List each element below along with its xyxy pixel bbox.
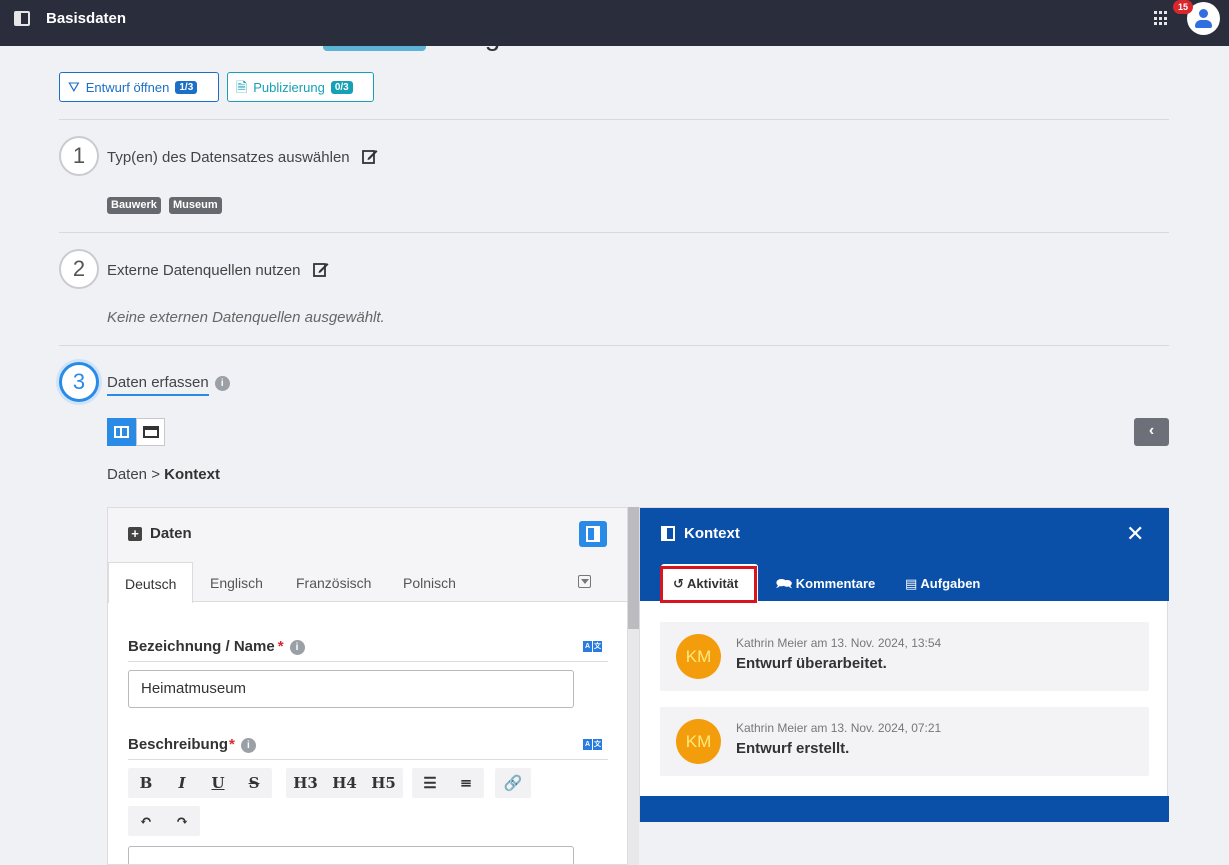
history-group: ↶ ↷ — [128, 806, 200, 836]
divider — [59, 119, 1169, 120]
edit-icon[interactable] — [361, 148, 378, 164]
tab-deutsch[interactable]: Deutsch — [108, 562, 194, 603]
comments-icon: 🗪 — [776, 576, 796, 591]
panel-icon — [661, 526, 675, 541]
window-icon — [142, 426, 159, 438]
daten-panel-header: + Daten — [108, 508, 627, 562]
bold-button[interactable]: B — [128, 768, 164, 798]
description-field-label: Beschreibung* i — [128, 736, 256, 753]
link-group: 🔗 — [495, 768, 531, 798]
daten-panel-title: Daten — [150, 525, 192, 542]
publish-count-badge: 0/3 — [330, 80, 353, 94]
kontext-panel: Kontext ✕ ↺ Aktivität 🗪 Kommentare ▤ Auf… — [639, 507, 1169, 822]
required-marker: * — [229, 736, 235, 753]
activity-meta: Kathrin Meier am 13. Nov. 2024, 07:21 — [736, 721, 942, 735]
avatar: KM — [676, 719, 721, 764]
file-export-icon: 🗎 — [236, 79, 248, 95]
app-title: Basisdaten — [46, 10, 127, 27]
activity-text: Entwurf erstellt. — [736, 740, 850, 757]
numbered-list-icon[interactable]: ≡ — [448, 768, 484, 798]
kontext-panel-title: Kontext — [684, 525, 740, 542]
edit-icon[interactable] — [312, 261, 329, 277]
user-icon — [1199, 9, 1208, 18]
activity-meta: Kathrin Meier am 13. Nov. 2024, 13:54 — [736, 636, 942, 650]
publish-button[interactable]: 🗎 Publizierung 0/3 — [227, 72, 374, 102]
notification-badge[interactable]: 15 — [1173, 0, 1193, 14]
activity-item: KM Kathrin Meier am 13. Nov. 2024, 07:21… — [660, 707, 1149, 776]
bullet-list-icon[interactable]: ☰ — [412, 768, 448, 798]
language-dropdown-icon[interactable] — [578, 575, 591, 588]
type-tag-bauwerk: Bauwerk — [107, 197, 161, 214]
language-tabs: Deutsch Englisch Französisch Polnisch — [108, 562, 627, 603]
single-view-button[interactable] — [136, 418, 165, 446]
draft-count-badge: 1/3 — [175, 80, 198, 94]
type-tag-museum: Museum — [169, 197, 222, 214]
tab-polnisch[interactable]: Polnisch — [387, 562, 472, 602]
translate-icon[interactable]: A文 — [583, 641, 603, 652]
plus-square-icon: + — [128, 527, 142, 541]
step-2-title: Externe Datenquellen nutzen — [107, 261, 329, 279]
italic-button[interactable]: I — [164, 768, 200, 798]
view-toggle — [107, 418, 165, 446]
h3-button[interactable]: H3 — [286, 768, 325, 798]
info-icon[interactable]: i — [289, 640, 305, 655]
highlight-box — [660, 566, 757, 603]
tab-englisch[interactable]: Englisch — [194, 562, 279, 602]
h5-button[interactable]: H5 — [364, 768, 403, 798]
strikethrough-button[interactable]: S — [236, 768, 272, 798]
apps-grid-icon[interactable] — [1154, 11, 1169, 26]
divider — [59, 345, 1169, 346]
breadcrumb: Daten > Kontext — [107, 466, 220, 483]
columns-icon — [114, 426, 129, 438]
kontext-panel-footer — [640, 796, 1169, 822]
info-icon[interactable]: i — [214, 376, 230, 391]
tab-aufgaben[interactable]: ▤ Aufgaben — [905, 564, 980, 601]
split-view-button[interactable] — [107, 418, 136, 446]
tab-franzoesisch[interactable]: Französisch — [280, 562, 387, 602]
name-input[interactable]: Heimatmuseum — [128, 670, 574, 708]
step-2-number: 2 — [59, 249, 99, 289]
top-bar: Basisdaten — [0, 0, 1229, 46]
link-icon[interactable]: 🔗 — [495, 768, 531, 798]
panel-toggle-button[interactable] — [579, 521, 607, 547]
step-1-title: Typ(en) des Datensatzes auswählen — [107, 148, 378, 166]
step-3-title: Daten erfassen i — [107, 374, 230, 396]
name-field-label: Bezeichnung / Name * i — [128, 638, 305, 655]
divider — [59, 232, 1169, 233]
step-3-number: 3 — [59, 362, 99, 402]
translate-icon[interactable]: A文 — [583, 739, 603, 750]
redo-icon[interactable]: ↷ — [164, 806, 200, 836]
open-draft-button[interactable]: ⛛ Entwurf öffnen 1/3 — [59, 72, 219, 102]
info-icon[interactable]: i — [240, 738, 256, 753]
underline-button[interactable]: U — [200, 768, 236, 798]
daten-panel: + Daten Deutsch Englisch Französisch Pol… — [107, 507, 628, 865]
scrollbar-thumb[interactable] — [628, 507, 639, 629]
step-1-number: 1 — [59, 136, 99, 176]
activity-item: KM Kathrin Meier am 13. Nov. 2024, 13:54… — [660, 622, 1149, 691]
text-format-group: B I U S — [128, 768, 272, 798]
activity-text: Entwurf überarbeitet. — [736, 655, 887, 672]
heading-group: H3 H4 H5 — [286, 768, 403, 798]
description-editor[interactable] — [128, 846, 574, 864]
sidebar-toggle-icon[interactable] — [14, 11, 30, 26]
tab-kommentare[interactable]: 🗪 Kommentare — [776, 564, 875, 601]
close-icon[interactable]: ✕ — [1126, 521, 1144, 547]
no-external-sources-text: Keine externen Datenquellen ausgewählt. — [107, 309, 385, 326]
collapse-button[interactable]: ‹ — [1134, 418, 1169, 446]
undo-icon[interactable]: ↶ — [128, 806, 164, 836]
required-marker: * — [277, 638, 284, 655]
avatar: KM — [676, 634, 721, 679]
compass-icon: ⛛ — [68, 79, 80, 95]
list-icon: ▤ — [905, 576, 921, 591]
h4-button[interactable]: H4 — [325, 768, 364, 798]
list-group: ☰ ≡ — [412, 768, 484, 798]
